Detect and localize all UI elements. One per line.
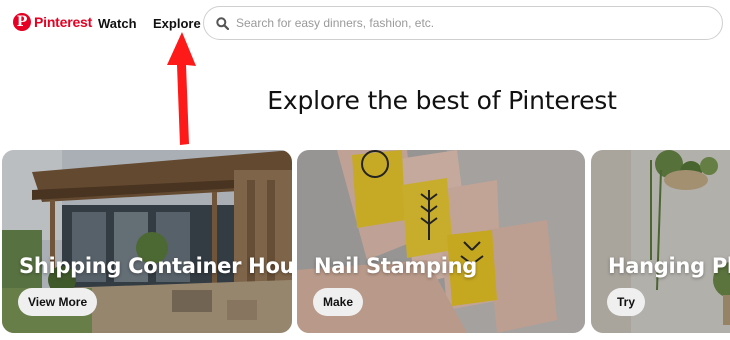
- logo-text: Pinterest: [34, 14, 93, 30]
- search-bar[interactable]: [203, 6, 723, 40]
- nav-explore-link[interactable]: Explore: [153, 16, 201, 31]
- make-button[interactable]: Make: [313, 288, 364, 316]
- pinterest-logo-icon: P: [13, 13, 31, 31]
- card-title: Hanging Plants: [608, 254, 730, 278]
- card-title: Shipping Container House: [19, 254, 292, 278]
- topic-card-shipping-container-house[interactable]: Shipping Container House View More: [2, 150, 292, 333]
- topic-card-nail-stamping[interactable]: Nail Stamping Make: [297, 150, 585, 333]
- search-input[interactable]: [236, 16, 706, 30]
- search-icon: [216, 16, 229, 30]
- card-title: Nail Stamping: [314, 254, 477, 278]
- nav-watch-link[interactable]: Watch: [98, 16, 137, 31]
- pinterest-logo[interactable]: P Pinterest: [13, 13, 92, 31]
- view-more-button[interactable]: View More: [18, 288, 98, 316]
- topic-card-hanging-plants[interactable]: Hanging Plants Try: [591, 150, 730, 333]
- top-navigation-bar: P Pinterest Watch Explore: [0, 0, 730, 48]
- page-heading: Explore the best of Pinterest: [267, 86, 617, 115]
- try-button[interactable]: Try: [607, 288, 646, 316]
